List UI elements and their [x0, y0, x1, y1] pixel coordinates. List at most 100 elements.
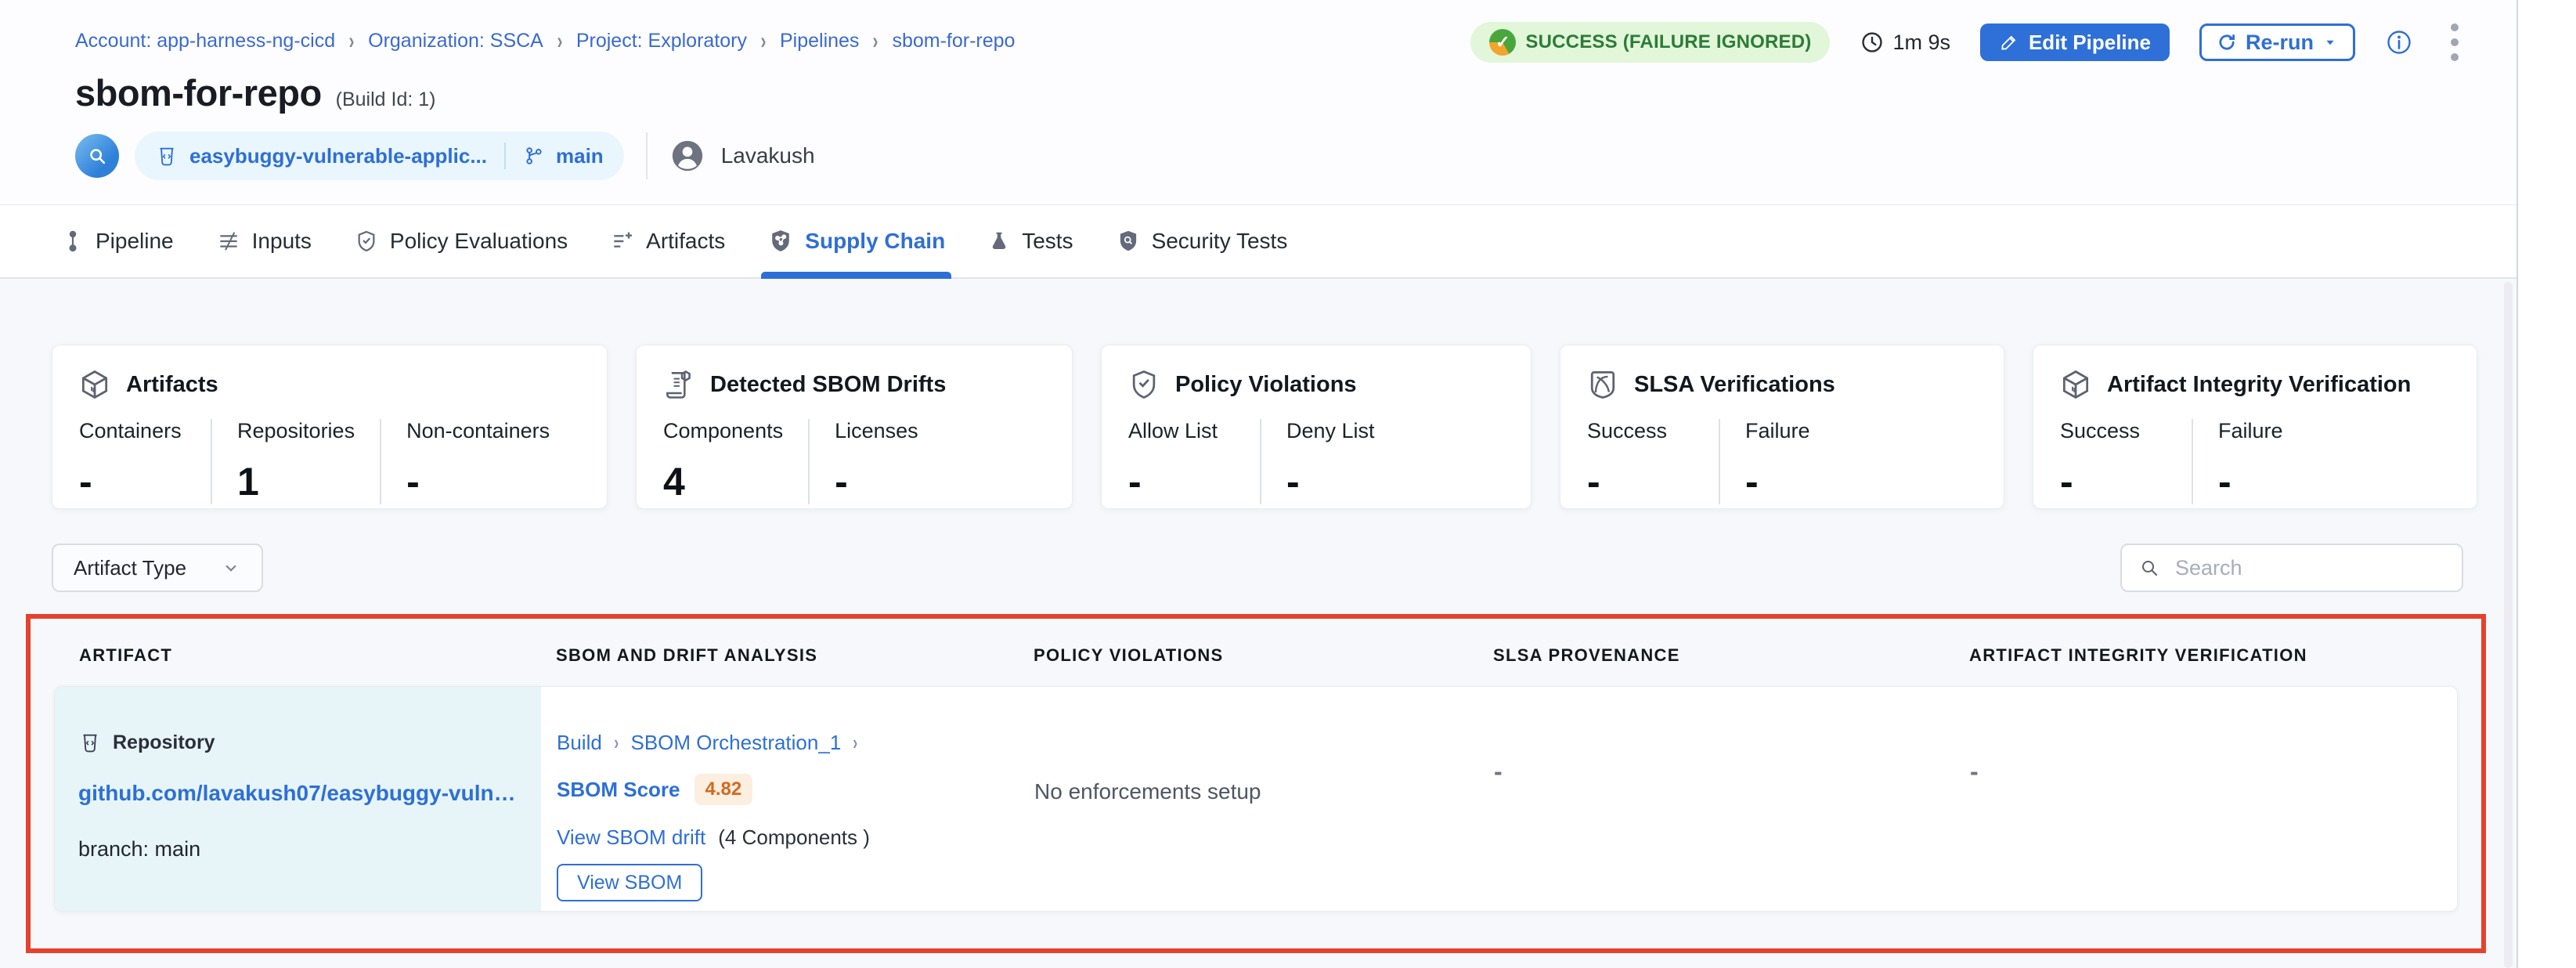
stat-value: - — [79, 459, 186, 504]
stat-value: 4 — [663, 459, 783, 504]
repository-icon — [78, 731, 102, 754]
trigger-icon — [75, 134, 119, 178]
card-artifacts: Artifacts Containers- Repositories1 Non-… — [52, 345, 608, 509]
shield-check-icon — [1127, 367, 1161, 402]
duration-value: 1m 9s — [1892, 31, 1950, 55]
stat-value: - — [835, 459, 918, 504]
drift-component-count: (4 Components ) — [718, 825, 870, 850]
breadcrumb-account[interactable]: Account: app-harness-ng-cicd — [75, 30, 335, 52]
chevron-right-icon: › — [853, 731, 858, 755]
stat-value: - — [1128, 459, 1235, 504]
page-title: sbom-for-repo — [75, 71, 322, 114]
stat-value: - — [2060, 459, 2167, 504]
column-header-artifact: ARTIFACT — [54, 645, 540, 666]
table-row: Repository github.com/lavakush07/easybug… — [54, 686, 2458, 912]
search-input[interactable] — [2174, 555, 2446, 581]
breadcrumb-pipeline-name[interactable]: sbom-for-repo — [892, 30, 1015, 52]
build-id-label: (Build Id: 1) — [336, 88, 436, 111]
repo-name: easybuggy-vulnerable-applic... — [189, 144, 487, 168]
search-box — [2120, 544, 2463, 592]
stat-value: - — [1587, 459, 1694, 504]
tab-pipeline[interactable]: Pipeline — [61, 205, 174, 277]
policy-violations-cell: No enforcements setup — [1019, 687, 1478, 911]
build-duration: 1m 9s — [1860, 30, 1950, 55]
build-link[interactable]: Build — [557, 731, 602, 755]
stat-value: 1 — [237, 459, 355, 504]
card-title: Policy Violations — [1175, 372, 1357, 398]
tab-policy-evaluations[interactable]: Policy Evaluations — [354, 205, 568, 277]
magnifier-glyph — [85, 143, 110, 168]
header-actions: ✓ SUCCESS (FAILURE IGNORED) 1m 9s Edit P… — [1470, 22, 2466, 63]
main-content-area: Account: app-harness-ng-cicd › Organizat… — [0, 0, 2516, 968]
view-sbom-button[interactable]: View SBOM — [557, 864, 702, 901]
page-header: Account: app-harness-ng-cicd › Organizat… — [0, 0, 2516, 205]
summary-cards: Artifacts Containers- Repositories1 Non-… — [52, 345, 2516, 509]
search-icon — [2138, 556, 2161, 580]
build-author: Lavakush — [721, 143, 815, 168]
security-shield-icon — [1116, 229, 1141, 254]
stat-value: - — [2218, 459, 2300, 504]
tab-artifacts[interactable]: Artifacts — [610, 205, 725, 277]
view-sbom-drift-link[interactable]: View SBOM drift — [557, 825, 705, 850]
artifact-integrity-cell: - — [1954, 687, 2457, 911]
branch-name: main — [556, 144, 604, 168]
execution-tabbar: Pipeline Inputs Policy Evaluations Artif… — [0, 205, 2516, 279]
breadcrumb-organization[interactable]: Organization: SSCA — [368, 30, 543, 52]
status-badge: ✓ SUCCESS (FAILURE IGNORED) — [1470, 22, 1830, 63]
artifact-link[interactable]: github.com/lavakush07/easybuggy-vulner..… — [78, 781, 517, 806]
slsa-shield-icon — [1586, 367, 1620, 402]
scrollbar-track[interactable] — [2504, 282, 2513, 968]
sbom-score-badge: 4.82 — [695, 774, 753, 805]
sbom-score-link[interactable]: SBOM Score — [557, 778, 680, 802]
pipeline-icon — [61, 229, 85, 253]
tab-tests[interactable]: Tests — [987, 205, 1073, 277]
breadcrumb-project[interactable]: Project: Exploratory — [576, 30, 747, 52]
chevron-right-icon: › — [760, 34, 766, 49]
highlighted-artifacts-table: ARTIFACT SBOM AND DRIFT ANALYSIS POLICY … — [26, 614, 2486, 953]
pill-divider — [504, 143, 506, 169]
shield-check-icon — [354, 229, 379, 254]
chevron-right-icon: › — [557, 34, 562, 49]
breadcrumb-pipelines[interactable]: Pipelines — [780, 30, 859, 52]
table-header: ARTIFACT SBOM AND DRIFT ANALYSIS POLICY … — [54, 645, 2458, 666]
artifact-type-select[interactable]: Artifact Type — [52, 544, 263, 592]
meta-divider — [646, 132, 648, 179]
rerun-button[interactable]: Re-run — [2199, 23, 2355, 61]
chevron-down-icon — [221, 558, 241, 578]
tab-inputs[interactable]: Inputs — [216, 205, 312, 277]
chevron-right-icon: › — [873, 34, 879, 49]
scrollbar-gutter — [2516, 0, 2576, 968]
refresh-icon — [2216, 31, 2238, 53]
repo-pill[interactable]: easybuggy-vulnerable-applic... main — [135, 132, 624, 180]
scroll-icon — [662, 367, 696, 402]
tab-supply-chain[interactable]: Supply Chain — [767, 205, 945, 277]
caret-down-icon — [2322, 34, 2339, 51]
column-header-slsa: SLSA PROVENANCE — [1477, 645, 1954, 666]
inputs-icon — [216, 229, 241, 254]
flask-icon — [987, 229, 1011, 253]
stat-value: - — [1745, 459, 1827, 504]
sbom-orchestration-link[interactable]: SBOM Orchestration_1 — [631, 731, 842, 755]
sbom-drift-line: View SBOM drift (4 Components ) — [557, 825, 1003, 850]
repository-icon — [155, 144, 179, 168]
column-header-policy: POLICY VIOLATIONS — [1018, 645, 1477, 666]
card-artifact-integrity: Artifact Integrity Verification Success-… — [2033, 345, 2477, 509]
more-options-menu[interactable] — [2443, 20, 2466, 64]
stat-value: - — [406, 459, 550, 504]
artifact-cell: Repository github.com/lavakush07/easybug… — [55, 687, 541, 911]
artifact-branch: branch: main — [78, 837, 525, 861]
info-icon[interactable] — [2385, 28, 2413, 56]
card-title: Detected SBOM Drifts — [710, 372, 946, 398]
pipeline-breadcrumb: Build › SBOM Orchestration_1 › — [557, 731, 1003, 755]
edit-pipeline-button[interactable]: Edit Pipeline — [1980, 23, 2170, 61]
card-policy-violations: Policy Violations Allow List- Deny List- — [1101, 345, 1532, 509]
cube-icon — [78, 367, 112, 402]
card-sbom-drifts: Detected SBOM Drifts Components4 License… — [636, 345, 1073, 509]
branch-icon — [523, 145, 545, 167]
card-slsa-verifications: SLSA Verifications Success- Failure- — [1560, 345, 2004, 509]
stat-value: - — [1286, 459, 1375, 504]
avatar — [669, 138, 705, 174]
clock-icon — [1860, 30, 1885, 55]
chevron-right-icon: › — [349, 34, 355, 49]
tab-security-tests[interactable]: Security Tests — [1116, 205, 1288, 277]
